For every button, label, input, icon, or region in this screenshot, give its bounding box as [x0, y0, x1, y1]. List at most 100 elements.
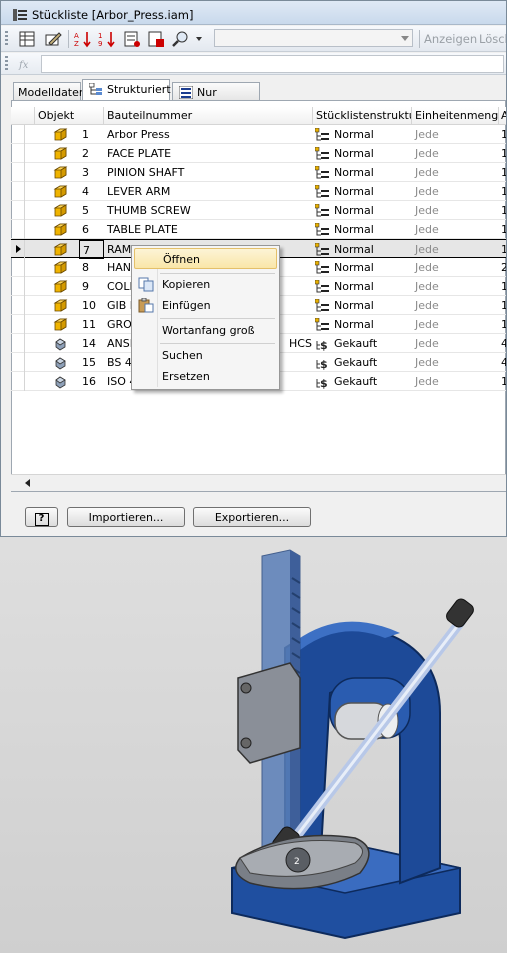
quantity-value[interactable]: 1 [499, 296, 506, 315]
column-header-bauteilnummer[interactable]: Bauteilnummer [104, 107, 313, 125]
row-selector[interactable] [11, 163, 25, 182]
unit-value[interactable]: Jede [412, 258, 499, 277]
menu-item-capitalize[interactable]: Wortanfang groß [134, 320, 277, 341]
structure-value[interactable]: Normal [331, 201, 412, 220]
sort-ascending-icon[interactable]: AZ [74, 30, 92, 48]
structure-value[interactable]: Normal [331, 163, 412, 182]
item-number[interactable]: 8 [79, 258, 104, 277]
table-row[interactable]: 2FACE PLATE NormalJede1 [11, 144, 506, 163]
row-selector[interactable] [11, 258, 25, 277]
toolbar-grip[interactable] [5, 31, 8, 47]
row-selector[interactable] [11, 240, 25, 259]
item-number[interactable]: 10 [79, 296, 104, 315]
import-button[interactable]: Importieren... [67, 507, 185, 527]
menu-item-replace[interactable]: Ersetzen [134, 366, 277, 387]
table-view-icon[interactable] [18, 30, 36, 48]
part-number-cell[interactable]: FACE PLATE [104, 144, 313, 163]
row-selector[interactable] [11, 372, 25, 391]
show-button[interactable]: Anzeigen [424, 32, 477, 46]
row-selector[interactable] [11, 201, 25, 220]
item-number[interactable]: 6 [79, 220, 104, 239]
export-button[interactable]: Exportieren... [193, 507, 311, 527]
menu-item-copy[interactable]: Kopieren [134, 274, 277, 295]
quantity-value[interactable]: 1 [499, 277, 506, 296]
find-dropdown-arrow[interactable] [196, 37, 202, 41]
column-header-objekt[interactable]: Objekt [35, 107, 104, 125]
edit-icon[interactable] [44, 30, 62, 48]
unit-value[interactable]: Jede [412, 315, 499, 334]
part-number-cell[interactable]: TABLE PLATE [104, 220, 313, 239]
column-header-menge[interactable]: A [499, 107, 506, 125]
unit-value[interactable]: Jede [412, 220, 499, 239]
structure-value[interactable]: Normal [331, 258, 412, 277]
structure-value[interactable]: Gekauft [331, 353, 412, 372]
unit-value[interactable]: Jede [412, 372, 499, 391]
unit-value[interactable]: Jede [412, 277, 499, 296]
chevron-down-icon[interactable] [401, 36, 409, 41]
quantity-value[interactable]: 1 [499, 163, 506, 182]
row-selector[interactable] [11, 220, 25, 239]
unit-value[interactable]: Jede [412, 144, 499, 163]
quantity-value[interactable]: 1 [499, 372, 506, 391]
item-number[interactable]: 4 [79, 182, 104, 201]
tab-modelldaten[interactable]: Modelldaten [13, 82, 86, 100]
renumber-icon[interactable] [123, 30, 141, 48]
item-number[interactable]: 2 [79, 144, 104, 163]
delete-button[interactable]: Lösch [479, 32, 506, 46]
column-header-einheitenmenge[interactable]: Einheitenmenge [412, 107, 499, 125]
unit-value[interactable]: Jede [412, 296, 499, 315]
structure-value[interactable]: Normal [331, 240, 412, 259]
item-number[interactable]: 9 [79, 277, 104, 296]
arbor-press-viewport[interactable]: 2 [0, 538, 507, 953]
item-number[interactable]: 16 [79, 372, 104, 391]
structure-value[interactable]: Normal [331, 125, 412, 144]
tab-nur-bauteile[interactable]: Nur Bauteile [172, 82, 260, 112]
quantity-value[interactable]: 1 [499, 182, 506, 201]
unit-value[interactable]: Jede [412, 163, 499, 182]
structure-value[interactable]: Gekauft [331, 334, 412, 353]
table-row[interactable]: 1Arbor PressNormalJede1 [11, 125, 506, 144]
quantity-value[interactable]: 1 [499, 220, 506, 239]
row-selector[interactable] [11, 125, 25, 144]
sort-number-icon[interactable]: 19 [98, 30, 116, 48]
quantity-value[interactable]: 2 [499, 258, 506, 277]
unit-value[interactable]: Jede [412, 182, 499, 201]
unit-value[interactable]: Jede [412, 125, 499, 144]
item-number[interactable]: 7 [79, 240, 104, 259]
part-number-cell[interactable]: THUMB SCREW [104, 201, 313, 220]
unit-value[interactable]: Jede [412, 334, 499, 353]
row-selector[interactable] [11, 296, 25, 315]
export-table-icon[interactable] [147, 30, 165, 48]
unit-value[interactable]: Jede [412, 201, 499, 220]
row-selector[interactable] [11, 277, 25, 296]
structure-value[interactable]: Normal [331, 277, 412, 296]
view-combo[interactable] [214, 29, 413, 47]
table-row[interactable]: 6TABLE PLATE NormalJede1 [11, 220, 506, 239]
structure-value[interactable]: Normal [331, 315, 412, 334]
quantity-value[interactable]: 1 [499, 125, 506, 144]
structure-value[interactable]: Normal [331, 144, 412, 163]
item-number[interactable]: 15 [79, 353, 104, 372]
menu-item-paste[interactable]: Einfügen [134, 295, 277, 316]
quantity-value[interactable]: 4 [499, 334, 506, 353]
item-number[interactable]: 14 [79, 334, 104, 353]
toolbar-grip[interactable] [5, 56, 8, 72]
table-row[interactable]: 5THUMB SCREW NormalJede1 [11, 201, 506, 220]
part-number-cell[interactable]: LEVER ARM [104, 182, 313, 201]
row-selector[interactable] [11, 144, 25, 163]
item-number[interactable]: 5 [79, 201, 104, 220]
find-icon[interactable] [171, 30, 189, 48]
quantity-value[interactable]: 1 [499, 240, 506, 259]
row-selector[interactable] [11, 315, 25, 334]
row-selector[interactable] [11, 334, 25, 353]
part-number-cell[interactable]: PINION SHAFT [104, 163, 313, 182]
item-number[interactable]: 3 [79, 163, 104, 182]
row-selector[interactable] [11, 353, 25, 372]
unit-value[interactable]: Jede [412, 353, 499, 372]
table-row[interactable]: 3PINION SHAFT NormalJede1 [11, 163, 506, 182]
menu-item-open[interactable]: Öffnen [134, 248, 277, 269]
structure-value[interactable]: Normal [331, 182, 412, 201]
horizontal-scrollbar[interactable] [11, 474, 506, 491]
structure-value[interactable]: Gekauft [331, 372, 412, 391]
unit-value[interactable]: Jede [412, 240, 499, 259]
